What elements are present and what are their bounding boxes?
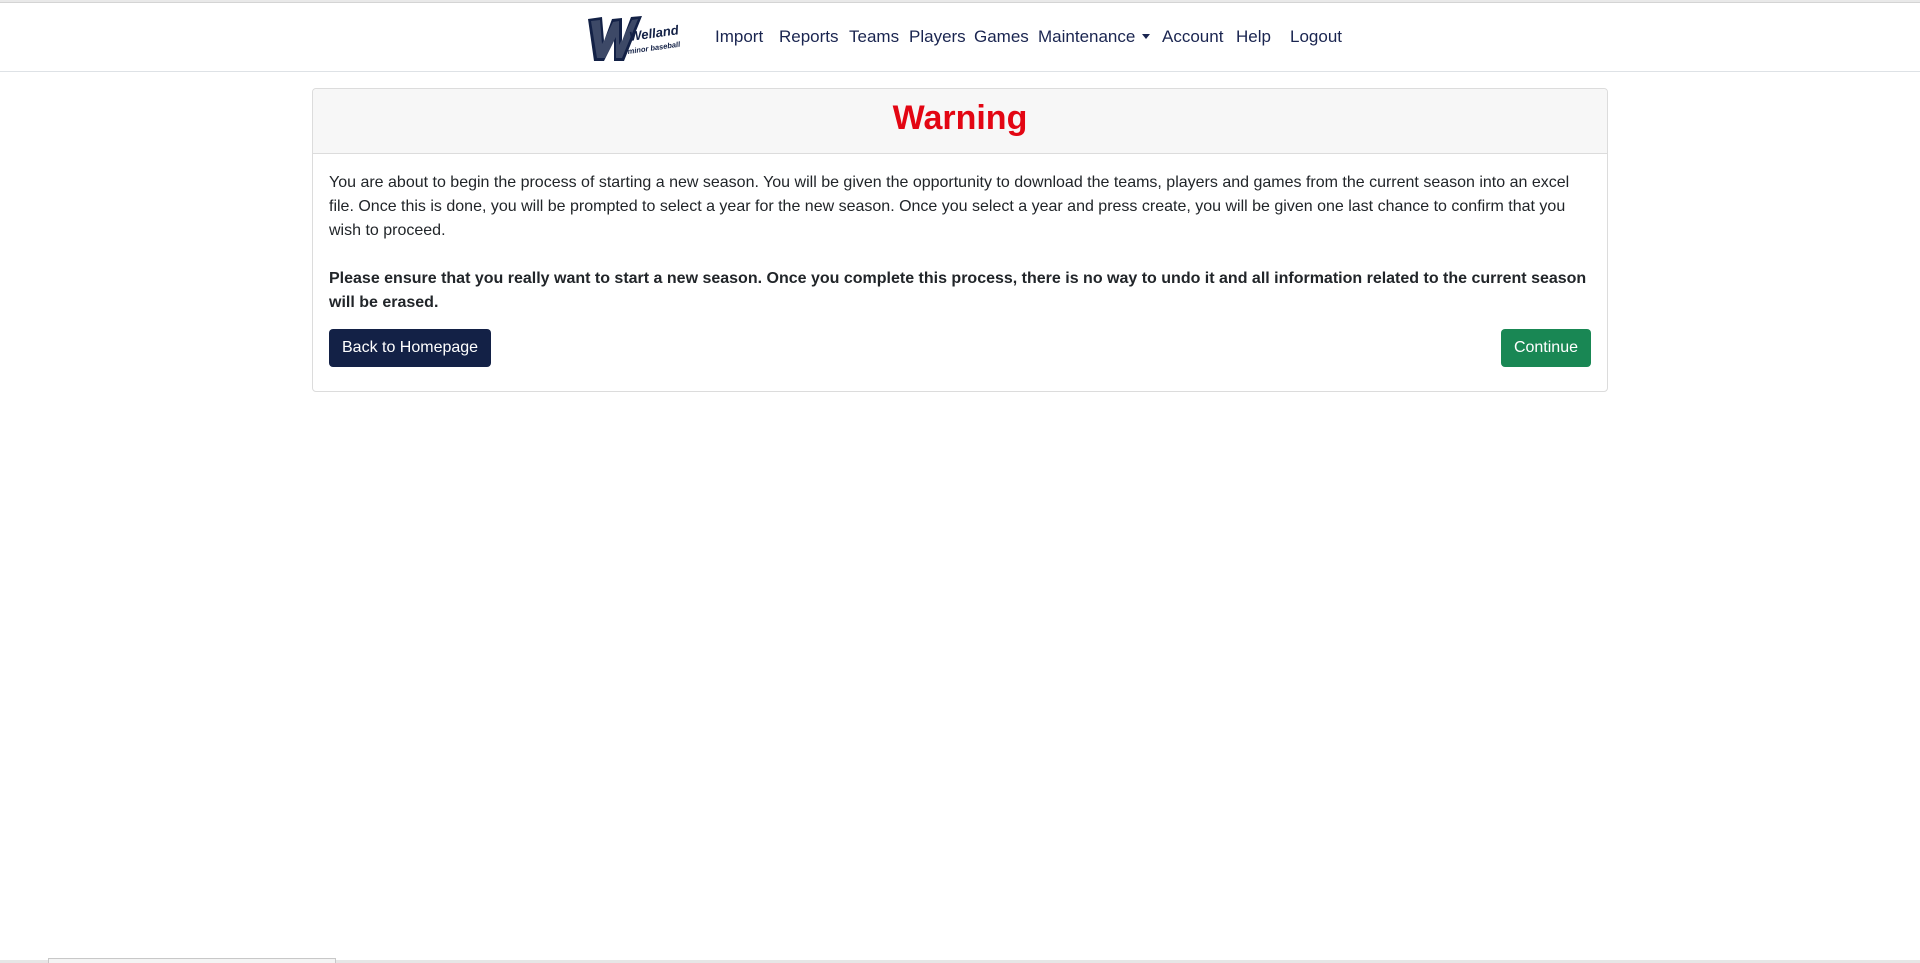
nav-import[interactable]: Import — [715, 26, 763, 48]
erase-warning: Please ensure that you really want to st… — [329, 270, 1587, 311]
nav-logout[interactable]: Logout — [1290, 26, 1342, 48]
nav-teams[interactable]: Teams — [849, 26, 899, 48]
caret-down-icon — [1142, 34, 1151, 39]
nav-games[interactable]: Games — [974, 26, 1029, 48]
welland-minor-baseball-logo[interactable]: Welland minor baseball — [584, 11, 687, 65]
process-description: You are about to begin the process of st… — [329, 174, 1570, 239]
new-season-warning-card: Warning You are about to begin the proce… — [312, 88, 1608, 392]
card-body: You are about to begin the process of st… — [313, 154, 1607, 315]
nav-help[interactable]: Help — [1236, 26, 1271, 48]
continue-button[interactable]: Continue — [1500, 329, 1591, 367]
nav-maintenance-label: Maintenance — [1038, 27, 1136, 46]
card-header: Warning — [313, 89, 1607, 154]
nav-account[interactable]: Account — [1162, 26, 1223, 48]
warning-title: Warning — [892, 99, 1028, 137]
nav-players[interactable]: Players — [909, 26, 966, 48]
back-to-homepage-button[interactable]: Back to Homepage — [329, 329, 492, 367]
nav-maintenance-dropdown[interactable]: Maintenance — [1038, 26, 1151, 48]
top-navbar: Welland minor baseball Import Reports Te… — [0, 3, 1920, 72]
bottom-scrollbar-thumb[interactable] — [48, 958, 336, 963]
nav-reports[interactable]: Reports — [779, 26, 839, 48]
